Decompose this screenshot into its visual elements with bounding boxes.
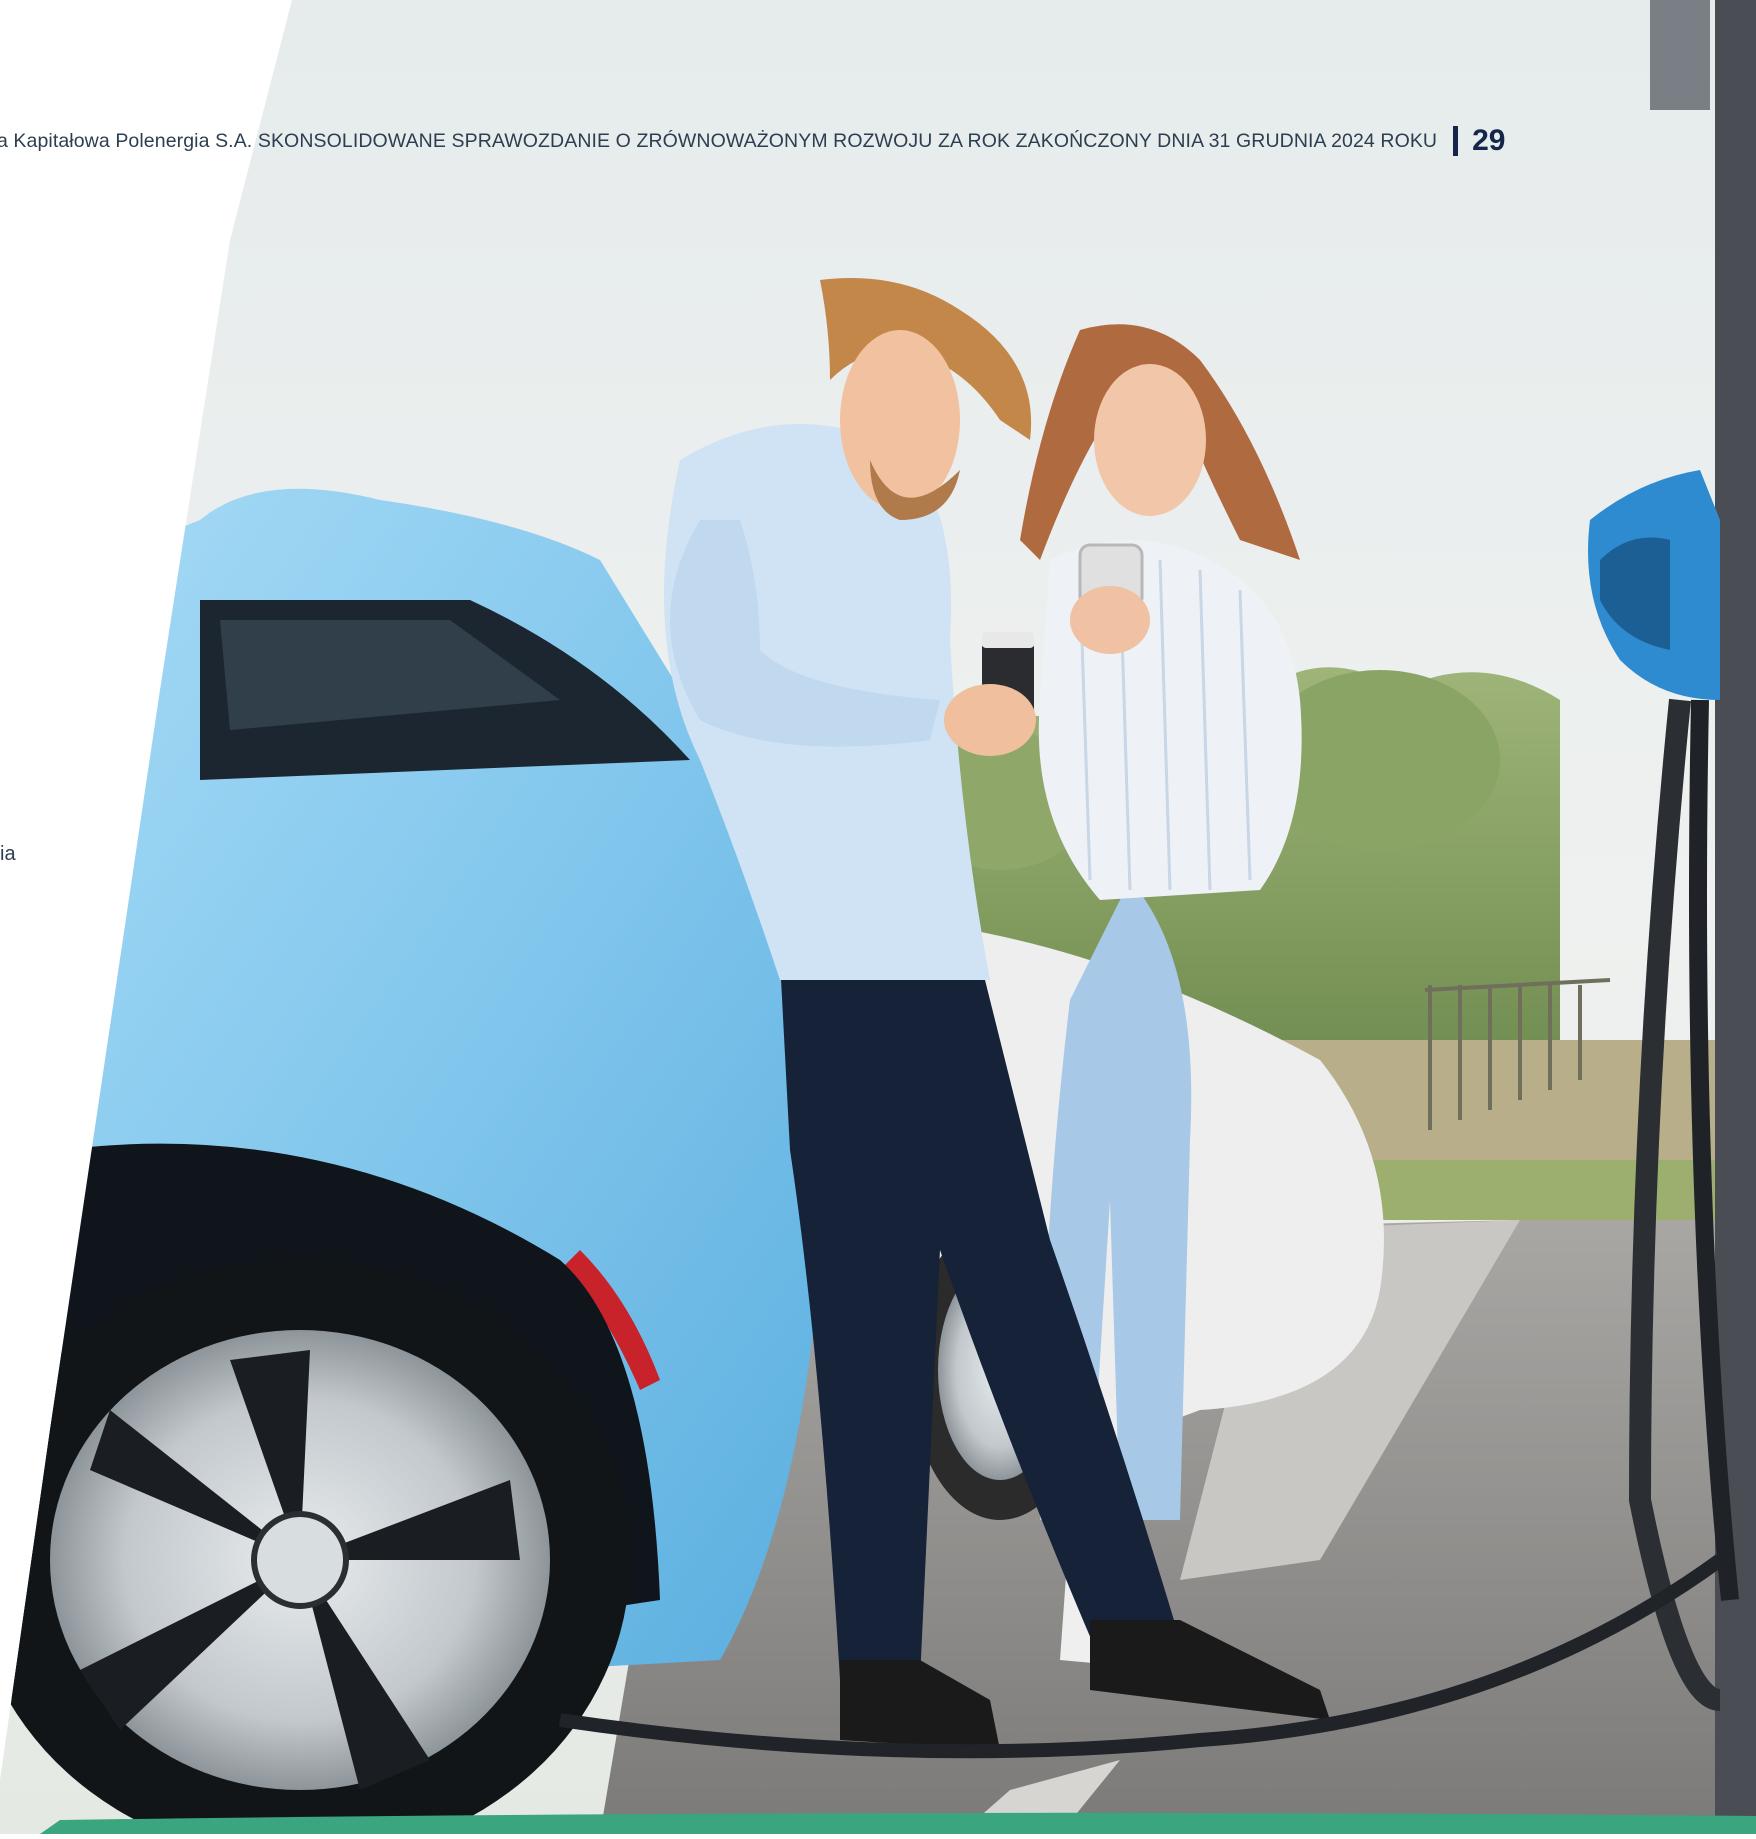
document-header: pa Kapitałowa Polenergia S.A. SKONSOLIDO… xyxy=(0,124,1506,158)
body-text-fragment: ia xyxy=(0,843,16,865)
page-number-divider xyxy=(1453,126,1459,156)
ev-charging-photo xyxy=(0,0,1756,1834)
bottom-accent-band xyxy=(40,1812,1756,1834)
report-title: pa Kapitałowa Polenergia S.A. SKONSOLIDO… xyxy=(0,129,1438,152)
page-number: 29 xyxy=(1472,124,1506,157)
